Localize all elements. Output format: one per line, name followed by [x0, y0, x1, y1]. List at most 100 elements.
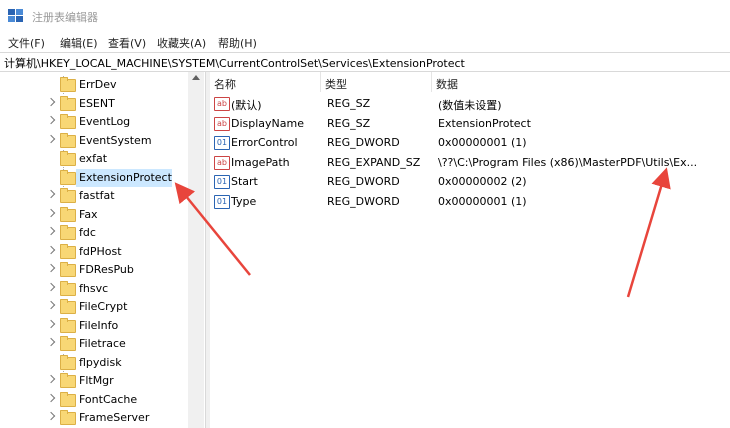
menu-file[interactable]: 文件(F) — [8, 35, 45, 51]
expand-chevron-icon[interactable] — [46, 208, 56, 217]
folder-icon — [60, 317, 76, 333]
tree-item[interactable]: ESENT — [0, 95, 188, 113]
value-list-pane[interactable]: 名称 类型 数据 ab (默认) REG_SZ (数值未设置) ab DisplayNam… — [210, 72, 730, 428]
value-row[interactable]: ab DisplayName REG_SZ ExtensionProtect — [210, 114, 730, 133]
value-row[interactable]: ab (默认) REG_SZ (数值未设置) — [210, 94, 730, 113]
key-tree-pane[interactable]: ErrDev ESENT EventLog EventSystem exfat Exten… — [0, 72, 205, 428]
value-type: REG_DWORD — [327, 136, 400, 149]
tree-item[interactable]: FDResPub — [0, 261, 188, 279]
tree-item[interactable]: fhsvc — [0, 280, 188, 298]
value-type: REG_SZ — [327, 97, 371, 110]
folder-icon — [60, 206, 76, 222]
tree-item-label: FrameServer — [79, 411, 150, 424]
tree-item-label: EventSystem — [79, 133, 152, 147]
tree-item-label: fhsvc — [79, 281, 109, 295]
column-header-name[interactable]: 名称 — [210, 72, 321, 92]
expand-chevron-icon[interactable] — [46, 319, 56, 328]
tree-item[interactable]: ExtensionProtect — [0, 168, 188, 187]
expand-chevron-icon[interactable] — [46, 115, 56, 125]
value-row[interactable]: ab ImagePath REG_EXPAND_SZ \??\C:\Program F… — [210, 153, 730, 172]
tree-item[interactable]: FileCrypt — [0, 298, 188, 316]
binary-value-icon: 01 — [214, 175, 230, 189]
window-title: 注册表编辑器 — [32, 11, 98, 24]
tree-item[interactable]: EventSystem — [0, 132, 188, 150]
folder-icon — [60, 391, 76, 407]
folder-icon — [60, 132, 76, 148]
value-data: 0x00000001 (1) — [438, 136, 527, 149]
value-data: (数值未设置) — [438, 99, 502, 112]
tree-item-label: FltMgr — [79, 374, 114, 387]
tree-item[interactable]: fdPHost — [0, 243, 188, 261]
expand-chevron-icon[interactable] — [46, 263, 56, 273]
expand-chevron-icon[interactable] — [46, 337, 56, 347]
folder-icon — [60, 336, 76, 351]
tree-item[interactable]: Filetrace — [0, 335, 188, 353]
expand-chevron-icon[interactable] — [46, 393, 56, 402]
value-name: Type — [231, 194, 257, 208]
string-value-icon: ab — [214, 116, 230, 131]
expand-chevron-icon[interactable] — [46, 411, 56, 421]
menu-favorites[interactable]: 收藏夹(A) — [157, 35, 206, 51]
folder-icon — [60, 95, 76, 111]
address-bar[interactable]: 计算机\HKEY_LOCAL_MACHINE\SYSTEM\CurrentCon… — [0, 52, 730, 72]
menu-view[interactable]: 查看(V) — [108, 35, 146, 51]
value-type: REG_DWORD — [327, 194, 400, 208]
tree-item[interactable]: EventLog — [0, 113, 188, 131]
address-path[interactable]: 计算机\HKEY_LOCAL_MACHINE\SYSTEM\CurrentCon… — [4, 55, 465, 71]
tree-item[interactable]: FltMgr — [0, 372, 188, 390]
value-type: REG_EXPAND_SZ — [327, 155, 421, 169]
folder-icon — [60, 169, 76, 185]
value-data: 0x00000001 (1) — [438, 194, 527, 208]
tree-item-label: ErrDev — [79, 78, 117, 91]
tree-item-label: fastfat — [79, 189, 115, 202]
title-bar: 注册表编辑器 — [0, 0, 730, 32]
expand-chevron-icon[interactable] — [46, 300, 56, 310]
folder-icon — [60, 243, 76, 259]
tree-item[interactable]: fastfat — [0, 187, 188, 205]
folder-icon — [60, 188, 76, 203]
tree-item[interactable]: ErrDev — [0, 76, 188, 94]
menu-bar: 文件(F) 编辑(E) 查看(V) 收藏夹(A) 帮助(H) — [0, 32, 730, 52]
column-header-data[interactable]: 数据 — [432, 72, 722, 92]
expand-chevron-icon[interactable] — [46, 134, 56, 143]
value-name: (默认) — [231, 99, 262, 112]
value-row[interactable]: 01 ErrorControl REG_DWORD 0x00000001 (1) — [210, 133, 730, 152]
tree-item[interactable]: Fax — [0, 206, 188, 224]
value-data: 0x00000002 (2) — [438, 175, 527, 188]
value-name: Start — [231, 175, 258, 188]
folder-icon — [60, 373, 76, 388]
tree-item-label: EventLog — [79, 115, 131, 128]
expand-chevron-icon[interactable] — [46, 189, 56, 199]
value-row[interactable]: 01 Start REG_DWORD 0x00000002 (2) — [210, 172, 730, 191]
menu-help[interactable]: 帮助(H) — [218, 35, 257, 51]
expand-chevron-icon[interactable] — [46, 226, 56, 236]
tree-item[interactable]: exfat — [0, 150, 188, 168]
value-data: \??\C:\Program Files (x86)\MasterPDF\Uti… — [438, 155, 698, 169]
folder-icon — [60, 114, 76, 129]
tree-item[interactable]: FrameServer — [0, 409, 188, 427]
tree-item-label: Filetrace — [79, 337, 126, 350]
folder-icon — [60, 225, 76, 240]
expand-chevron-icon[interactable] — [46, 97, 56, 106]
tree-item[interactable]: flpydisk — [0, 353, 188, 372]
folder-icon — [60, 77, 76, 92]
folder-icon — [60, 299, 76, 314]
tree-item[interactable]: fdc — [0, 224, 188, 242]
column-header-type[interactable]: 类型 — [321, 72, 432, 92]
tree-item[interactable]: FileInfo — [0, 317, 188, 335]
value-type: REG_SZ — [327, 116, 371, 130]
folder-icon — [60, 410, 76, 425]
binary-value-icon: 01 — [214, 136, 230, 150]
expand-chevron-icon[interactable] — [46, 245, 56, 254]
value-name: ImagePath — [231, 155, 290, 169]
folder-icon — [60, 354, 76, 370]
folder-icon — [60, 151, 76, 166]
tree-item[interactable]: FontCache — [0, 391, 188, 409]
tree-scrollbar[interactable] — [188, 72, 204, 428]
expand-chevron-icon[interactable] — [46, 282, 56, 291]
menu-edit[interactable]: 编辑(E) — [60, 35, 98, 51]
folder-icon — [60, 280, 76, 296]
expand-chevron-icon[interactable] — [46, 374, 56, 384]
scroll-up-arrow-icon[interactable] — [192, 75, 200, 80]
value-row[interactable]: 01 Type REG_DWORD 0x00000001 (1) — [210, 192, 730, 211]
